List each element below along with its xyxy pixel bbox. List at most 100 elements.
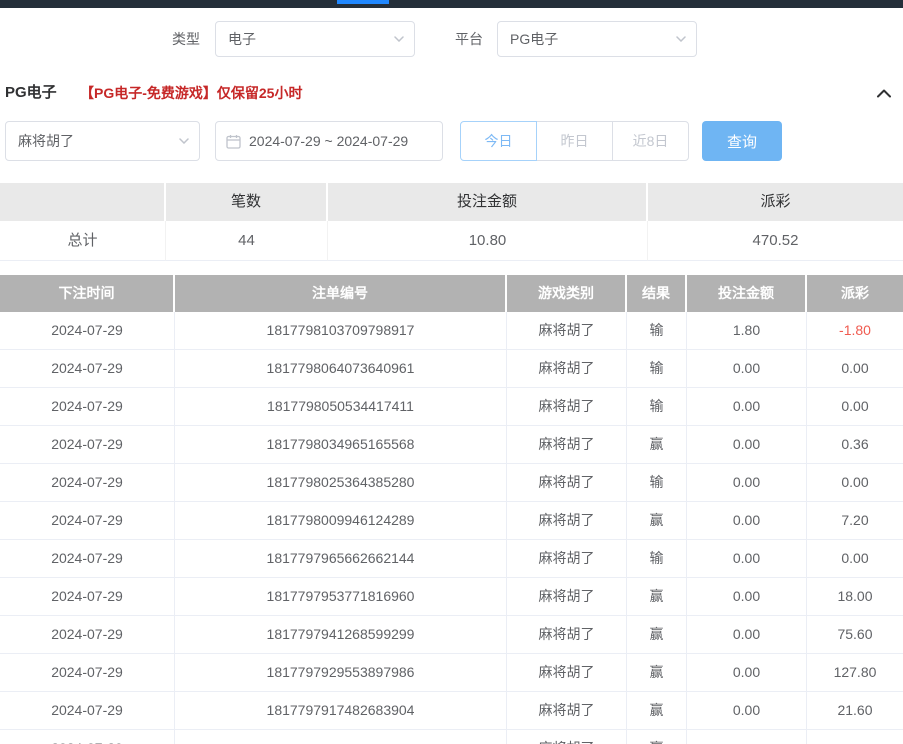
chevron-down-icon (676, 36, 686, 42)
summary-header-payout: 派彩 (648, 183, 903, 221)
game-category-cell: 麻将胡了 (507, 426, 627, 464)
summary-table: 笔数 投注金额 派彩 总计 44 10.80 470.52 (0, 183, 903, 261)
bet-amount-cell: 0.00 (687, 616, 807, 654)
header-order-number: 注单编号 (175, 275, 507, 312)
payout-cell: 0.00 (807, 540, 903, 578)
bet-amount-cell: 0.00 (687, 388, 807, 426)
table-row: 2024-07-29 1817798064073640961 麻将胡了 输 0.… (0, 350, 903, 388)
platform-label: 平台 (455, 21, 483, 57)
result-cell: 赢 (627, 692, 687, 730)
order-number-cell (175, 730, 507, 744)
payout-cell: 0.36 (807, 426, 903, 464)
result-cell: 输 (627, 312, 687, 350)
platform-select[interactable]: PG电子 (497, 21, 697, 57)
payout-cell: 7.20 (807, 502, 903, 540)
query-row: 麻将胡了 2024-07-29 ~ 2024-07-29 今日 昨日 近8日 查… (0, 121, 903, 161)
order-number-cell: 1817798064073640961 (175, 350, 507, 388)
summary-header-blank (0, 183, 166, 221)
summary-header-count: 笔数 (166, 183, 328, 221)
payout-cell: 21.60 (807, 692, 903, 730)
bet-amount-cell: 0.00 (687, 350, 807, 388)
bet-amount-cell (687, 730, 807, 744)
betting-records-page: 类型 电子 平台 PG电子 PG电子 【PG电子-免费游戏】仅保留25小时 麻将… (0, 0, 903, 744)
bet-time-cell: 2024-07-29 (0, 540, 175, 578)
result-cell: 赢 (627, 616, 687, 654)
order-number-cell: 1817798034965165568 (175, 426, 507, 464)
payout-cell: 0.00 (807, 464, 903, 502)
chevron-up-icon (876, 88, 892, 98)
summary-count-value: 44 (166, 221, 328, 261)
type-select[interactable]: 电子 (215, 21, 415, 57)
order-number-cell: 1817798050534417411 (175, 388, 507, 426)
section-header: PG电子 【PG电子-免费游戏】仅保留25小时 (0, 82, 903, 104)
bet-time-cell: 2024-07-29 (0, 654, 175, 692)
table-row: 2024-07-29 1817798025364385280 麻将胡了 输 0.… (0, 464, 903, 502)
active-tab-indicator[interactable] (337, 0, 389, 4)
date-range-value: 2024-07-29 ~ 2024-07-29 (249, 133, 408, 149)
bet-amount-cell: 0.00 (687, 464, 807, 502)
result-cell: 赢 (627, 730, 687, 744)
table-row: 2024-07-29 麻将胡了 赢 (0, 730, 903, 744)
result-cell: 输 (627, 350, 687, 388)
bet-records-table: 下注时间 注单编号 游戏类别 结果 投注金额 派彩 2024-07-29 181… (0, 275, 903, 744)
payout-cell: 75.60 (807, 616, 903, 654)
section-notice: 【PG电子-免费游戏】仅保留25小时 (80, 82, 302, 104)
table-row: 2024-07-29 1817798050534417411 麻将胡了 输 0.… (0, 388, 903, 426)
bet-time-cell: 2024-07-29 (0, 730, 175, 744)
bet-amount-cell: 0.00 (687, 654, 807, 692)
game-category-cell: 麻将胡了 (507, 464, 627, 502)
game-category-cell: 麻将胡了 (507, 540, 627, 578)
game-category-cell: 麻将胡了 (507, 692, 627, 730)
result-cell: 输 (627, 540, 687, 578)
result-cell: 赢 (627, 654, 687, 692)
game-category-cell: 麻将胡了 (507, 502, 627, 540)
today-button[interactable]: 今日 (460, 121, 537, 161)
game-select-value: 麻将胡了 (18, 131, 74, 151)
bet-amount-cell: 0.00 (687, 540, 807, 578)
table-row: 2024-07-29 1817797917482683904 麻将胡了 赢 0.… (0, 692, 903, 730)
order-number-cell: 1817797965662662144 (175, 540, 507, 578)
table-row: 2024-07-29 1817798034965165568 麻将胡了 赢 0.… (0, 426, 903, 464)
result-cell: 赢 (627, 502, 687, 540)
order-number-cell: 1817798025364385280 (175, 464, 507, 502)
section-collapse-button[interactable] (874, 85, 894, 101)
order-number-cell: 1817798103709798917 (175, 312, 507, 350)
result-cell: 输 (627, 388, 687, 426)
bet-time-cell: 2024-07-29 (0, 616, 175, 654)
type-select-value: 电子 (228, 29, 256, 49)
chevron-down-icon (394, 36, 404, 42)
order-number-cell: 1817798009946124289 (175, 502, 507, 540)
result-cell: 赢 (627, 578, 687, 616)
game-category-cell: 麻将胡了 (507, 350, 627, 388)
payout-cell: -1.80 (807, 312, 903, 350)
search-button[interactable]: 查询 (702, 121, 782, 161)
payout-cell: 0.00 (807, 388, 903, 426)
bet-amount-cell: 0.00 (687, 692, 807, 730)
header-bet-amount: 投注金额 (687, 275, 807, 312)
bet-amount-cell: 0.00 (687, 426, 807, 464)
bet-amount-cell: 1.80 (687, 312, 807, 350)
game-select[interactable]: 麻将胡了 (5, 121, 200, 161)
yesterday-button[interactable]: 昨日 (536, 121, 613, 161)
bet-amount-cell: 0.00 (687, 578, 807, 616)
date-range-input[interactable]: 2024-07-29 ~ 2024-07-29 (215, 121, 443, 161)
bet-table-body: 2024-07-29 1817798103709798917 麻将胡了 输 1.… (0, 312, 903, 744)
bet-time-cell: 2024-07-29 (0, 692, 175, 730)
header-payout: 派彩 (807, 275, 903, 312)
last-8-days-button[interactable]: 近8日 (612, 121, 689, 161)
bet-time-cell: 2024-07-29 (0, 388, 175, 426)
game-category-cell: 麻将胡了 (507, 312, 627, 350)
type-label: 类型 (172, 21, 200, 57)
header-result: 结果 (627, 275, 687, 312)
bet-amount-cell: 0.00 (687, 502, 807, 540)
summary-total-label: 总计 (0, 221, 166, 261)
payout-cell: 0.00 (807, 350, 903, 388)
header-bet-time: 下注时间 (0, 275, 175, 312)
bet-table-header: 下注时间 注单编号 游戏类别 结果 投注金额 派彩 (0, 275, 903, 312)
bet-time-cell: 2024-07-29 (0, 426, 175, 464)
game-category-cell: 麻将胡了 (507, 730, 627, 744)
calendar-icon (226, 134, 241, 149)
summary-header-row: 笔数 投注金额 派彩 (0, 183, 903, 221)
payout-cell: 18.00 (807, 578, 903, 616)
game-category-cell: 麻将胡了 (507, 616, 627, 654)
